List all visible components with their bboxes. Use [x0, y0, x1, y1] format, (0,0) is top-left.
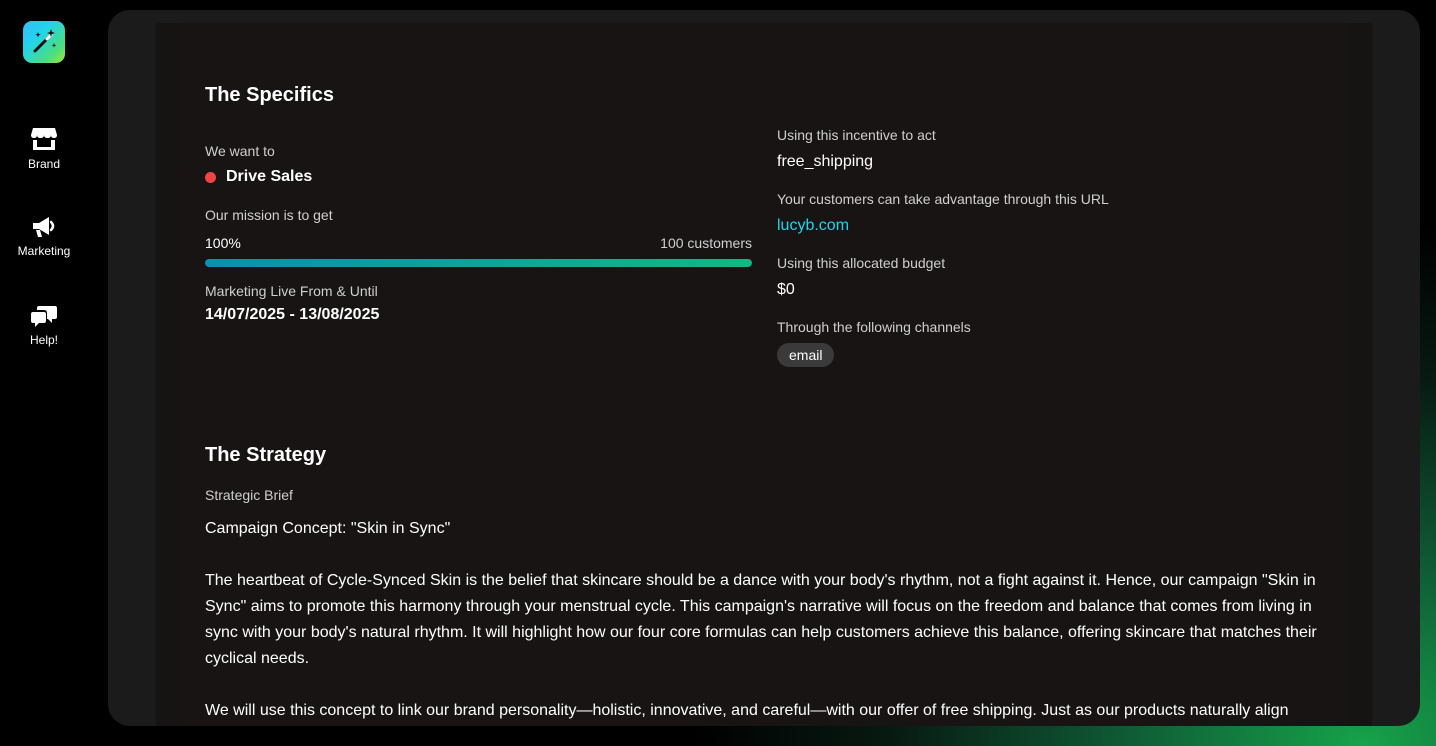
strategic-brief: Campaign Concept: "Skin in Sync" The hea…: [205, 516, 1320, 726]
sidebar-item-help[interactable]: Help!: [0, 304, 88, 347]
goal-label: We want to: [205, 143, 275, 159]
progress-bar: [205, 259, 752, 267]
brief-paragraph: The heartbeat of Cycle-Synced Skin is th…: [205, 572, 1317, 667]
dates-label: Marketing Live From & Until: [205, 283, 378, 299]
mission-label: Our mission is to get: [205, 207, 333, 223]
incentive-value: free_shipping: [777, 153, 874, 170]
budget-label: Using this allocated budget: [777, 255, 946, 271]
progress-percent: 100%: [205, 235, 241, 251]
progress-bar-fill: [205, 259, 752, 267]
goal-text: Drive Sales: [226, 168, 313, 185]
brief-paragraph: We will use this concept to link our bra…: [205, 702, 1289, 719]
sidebar-item-brand[interactable]: Brand: [0, 126, 88, 171]
goal-status-dot: [205, 171, 216, 183]
megaphone-icon: [33, 217, 55, 237]
brief-label: Strategic Brief: [205, 487, 293, 503]
progress-target: 100 customers: [660, 235, 752, 251]
incentive-label: Using this incentive to act: [777, 127, 936, 143]
sidebar-item-marketing[interactable]: Marketing: [0, 215, 88, 258]
chat-bubbles-icon: [31, 306, 57, 327]
url-label: Your customers can take advantage throug…: [777, 191, 1109, 207]
sidebar-item-label: Marketing: [17, 244, 71, 258]
progress-labels: 100% 100 customers: [205, 235, 752, 251]
dates-value: 14/07/2025 - 13/08/2025: [205, 306, 380, 323]
campaign-card: The Specifics We want to Drive Sales Our…: [156, 23, 1372, 726]
main-panel: The Specifics We want to Drive Sales Our…: [108, 10, 1420, 726]
campaign-url-link[interactable]: lucyb.com: [777, 217, 849, 235]
budget-value: $0: [777, 281, 795, 298]
channels-label: Through the following channels: [777, 319, 971, 335]
specifics-title: The Specifics: [205, 84, 334, 106]
sidebar-item-label: Brand: [27, 157, 61, 171]
campaign-details: The Specifics We want to Drive Sales Our…: [181, 23, 1347, 726]
sidebar-item-label: Help!: [29, 333, 58, 347]
goal-value: Drive Sales: [205, 168, 312, 186]
store-icon: [31, 128, 57, 150]
app-logo[interactable]: [23, 21, 65, 63]
strategy-title: The Strategy: [205, 444, 327, 466]
magic-wand-icon: [33, 29, 57, 53]
channel-chip-email: email: [777, 343, 835, 367]
sidebar: Brand Marketing Help!: [0, 0, 88, 746]
brief-paragraph: Campaign Concept: "Skin in Sync": [205, 520, 451, 537]
